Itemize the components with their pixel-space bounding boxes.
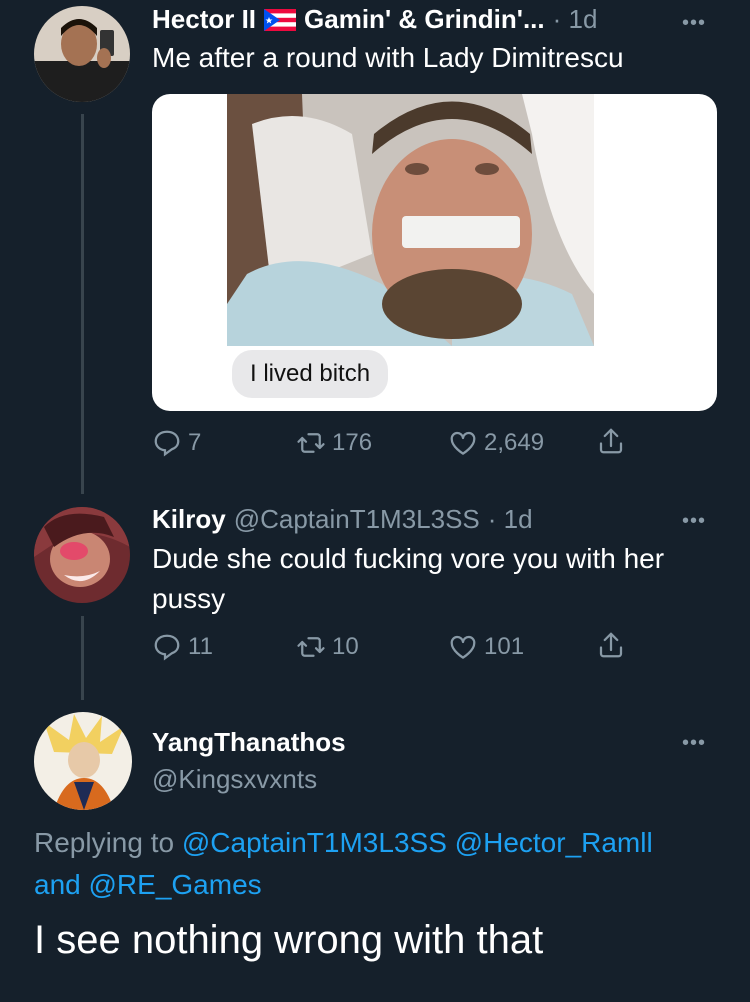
reply-icon: [154, 634, 180, 661]
reply-icon: [154, 430, 180, 457]
like-icon: [450, 635, 476, 659]
retweet-button[interactable]: 176: [296, 428, 372, 458]
author-name[interactable]: Kilroy: [152, 504, 226, 535]
timestamp[interactable]: · 1d: [553, 4, 598, 35]
focused-tweet-text: I see nothing wrong with that: [34, 918, 544, 962]
author-handle[interactable]: @Kingsxvxnts: [152, 764, 317, 795]
display-name-suffix: Gamin' & Grindin'...: [304, 4, 545, 34]
tweet-text: Dude she could fucking vore you with her…: [152, 543, 665, 614]
like-button[interactable]: 101: [448, 632, 524, 662]
tweet-media[interactable]: I lived bitch: [152, 94, 717, 411]
avatar-yang-image: [34, 712, 132, 810]
share-button[interactable]: [596, 426, 626, 456]
reply-button[interactable]: 7: [152, 428, 201, 458]
and-word: and: [34, 869, 81, 900]
tweet1-header: Hector II Gamin' & Grindin'... · 1d: [152, 4, 597, 35]
flag-emoji: [264, 8, 297, 31]
avatar-kilroy[interactable]: [34, 507, 130, 603]
replying-to-label: Replying to: [34, 827, 175, 858]
retweet-count: 176: [332, 429, 373, 456]
like-count: 2,649: [484, 429, 545, 456]
reply-count: 7: [188, 429, 202, 456]
replying-to: Replying to @CaptainT1M3L3SS @Hector_Ram…: [34, 822, 724, 906]
reply-button[interactable]: 11: [152, 632, 213, 662]
timestamp[interactable]: · 1d: [488, 504, 533, 535]
more-icon[interactable]: •••: [682, 12, 706, 35]
message-bubble: I lived bitch: [232, 350, 389, 398]
thread-line-1: [81, 114, 84, 494]
tweet2-header: Kilroy @CaptainT1M3L3SS · 1d: [152, 504, 533, 535]
thread-line-2: [81, 616, 84, 700]
avatar-yang[interactable]: [34, 712, 132, 810]
author-handle[interactable]: @CaptainT1M3L3SS: [234, 504, 480, 535]
more-icon[interactable]: •••: [682, 510, 706, 533]
retweet-icon: [297, 637, 325, 657]
author-name[interactable]: YangThanathos: [152, 727, 346, 758]
retweet-icon: [297, 433, 325, 453]
author-name[interactable]: Hector II: [152, 4, 256, 35]
mention-link[interactable]: @Hector_Ramll: [455, 827, 653, 858]
like-icon: [450, 431, 476, 455]
more-icon[interactable]: •••: [682, 732, 706, 755]
avatar-hector-image: [34, 6, 130, 102]
avatar-kilroy-image: [34, 507, 130, 603]
mention-link[interactable]: @CaptainT1M3L3SS: [182, 827, 447, 858]
share-icon: [599, 632, 623, 658]
retweet-count: 10: [332, 633, 359, 660]
share-button[interactable]: [596, 630, 626, 660]
share-icon: [599, 428, 623, 454]
avatar-hector[interactable]: [34, 6, 130, 102]
like-button[interactable]: 2,649: [448, 428, 544, 458]
mention-link[interactable]: @RE_Games: [89, 869, 262, 900]
retweet-button[interactable]: 10: [296, 632, 359, 662]
tweet-text: Me after a round with Lady Dimitrescu: [152, 42, 624, 73]
reply-count: 11: [188, 633, 213, 660]
like-count: 101: [484, 633, 525, 660]
message-bubble-text: I lived bitch: [250, 360, 371, 387]
